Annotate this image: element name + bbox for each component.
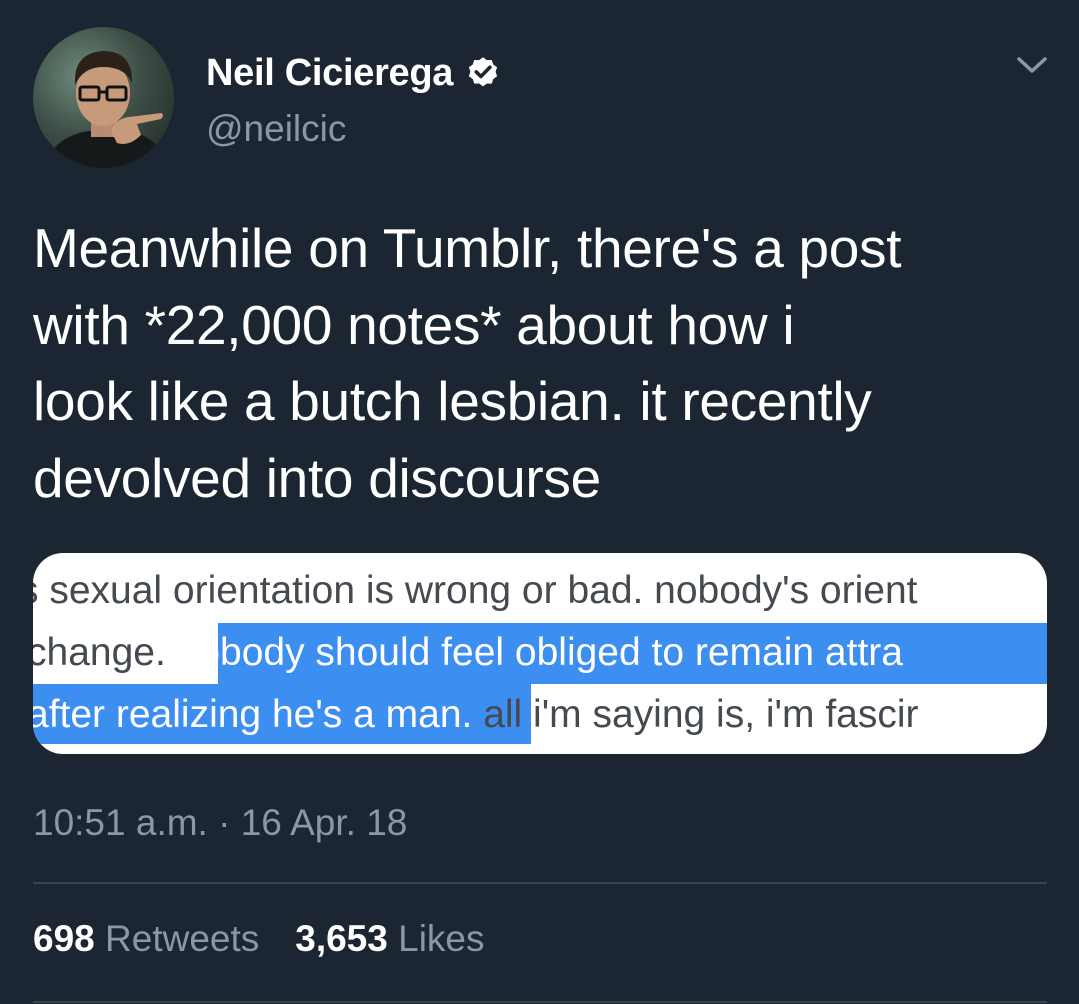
divider bbox=[33, 1001, 1047, 1003]
media-text-plain: change. bbox=[33, 631, 166, 674]
author-display-name[interactable]: Neil Cicierega bbox=[206, 52, 453, 95]
author-handle[interactable]: @neilcic bbox=[206, 108, 346, 150]
avatar-image bbox=[43, 51, 168, 168]
likes-label: Likes bbox=[398, 918, 485, 959]
likes-stat[interactable]: 3,653 Likes bbox=[295, 918, 484, 960]
likes-count: 3,653 bbox=[295, 918, 388, 959]
media-text-line: change. nobody should feel obliged to re… bbox=[33, 631, 903, 675]
tweet-stats: 698 Retweets 3,653 Likes bbox=[33, 918, 485, 960]
media-text-line: after realizing he's a man. all i'm sayi… bbox=[33, 693, 919, 737]
media-text-highlighted: after realizing he's a man. bbox=[33, 693, 473, 736]
retweets-label: Retweets bbox=[105, 918, 260, 959]
chevron-down-icon[interactable] bbox=[1013, 50, 1051, 80]
media-text-line: s sexual orientation is wrong or bad. no… bbox=[33, 569, 918, 612]
tweet-text-line: Meanwhile on Tumblr, there's a post bbox=[33, 217, 902, 279]
verified-badge-icon bbox=[469, 57, 498, 87]
tweet-text: Meanwhile on Tumblr, there's a post with… bbox=[33, 210, 1043, 516]
retweets-stat[interactable]: 698 Retweets bbox=[33, 918, 259, 960]
media-text-highlighted: nobody should feel obliged to remain att… bbox=[176, 631, 903, 674]
tweet-media-image[interactable]: s sexual orientation is wrong or bad. no… bbox=[33, 553, 1047, 754]
divider bbox=[33, 882, 1047, 884]
tweet-text-line: devolved into discourse bbox=[33, 446, 601, 509]
media-text-plain: all i'm saying is, i'm fascir bbox=[483, 693, 919, 736]
retweets-count: 698 bbox=[33, 918, 95, 959]
tweet-text-line: with *22,000 notes* about how i bbox=[33, 293, 795, 356]
avatar[interactable] bbox=[33, 27, 174, 168]
tweet-timestamp[interactable]: 10:51 a.m. · 16 Apr. 18 bbox=[33, 802, 407, 844]
author-name-row[interactable]: Neil Cicierega bbox=[206, 48, 501, 98]
tweet-text-line: look like a butch lesbian. it recently bbox=[33, 370, 872, 432]
